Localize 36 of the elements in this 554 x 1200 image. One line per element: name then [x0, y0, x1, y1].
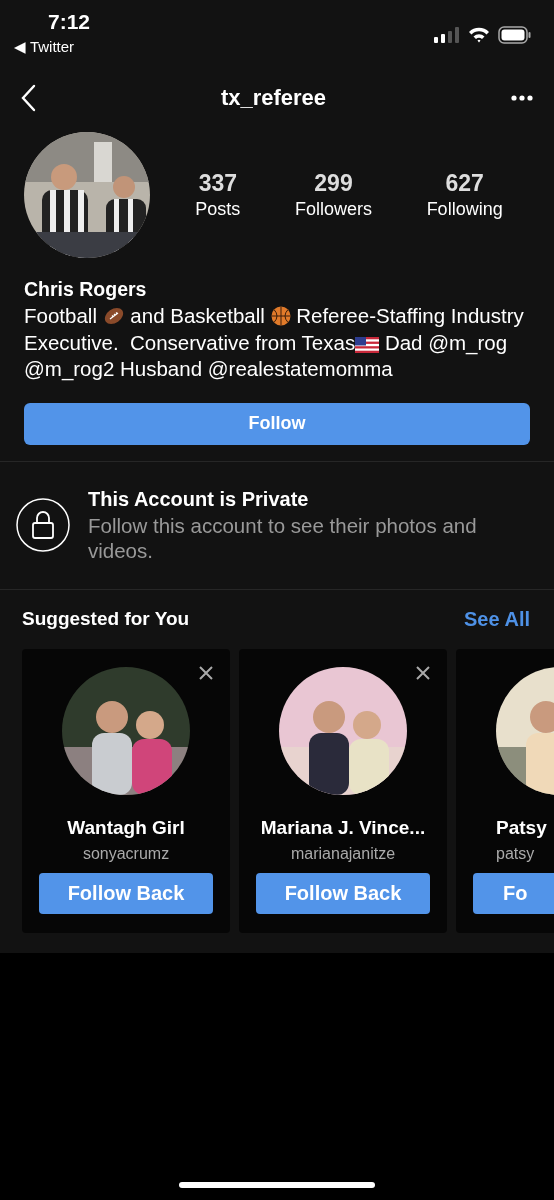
- stat-count: 337: [198, 170, 237, 197]
- suggested-name: Wantagh Girl: [67, 816, 185, 839]
- see-all-link[interactable]: See All: [464, 607, 530, 631]
- us-flag-icon: [355, 336, 380, 353]
- follow-back-button[interactable]: Fo: [473, 872, 554, 914]
- suggested-username: patsy: [496, 844, 535, 863]
- follow-back-button[interactable]: Follow Back: [256, 872, 430, 914]
- bio-text: Football and Basketball Referee-Staffing Industry Executive. Conservative from Texas Dad @m_rog @m_rog2 Husband @realestatemomma: [24, 303, 524, 383]
- more-options-icon[interactable]: [511, 95, 533, 101]
- clock-time: 7:12: [48, 10, 91, 34]
- private-account-title: This Account is Private: [88, 487, 310, 511]
- basketball-icon: [270, 306, 291, 326]
- follow-back-button[interactable]: Follow Back: [39, 872, 213, 914]
- back-icon[interactable]: [20, 84, 36, 112]
- football-icon: [102, 306, 125, 326]
- suggested-name: Patsy: [496, 816, 547, 839]
- suggested-name: Mariana J. Vince...: [260, 816, 426, 839]
- back-to-app-link[interactable]: ◀ Twitter: [14, 38, 75, 56]
- follow-button[interactable]: Follow: [24, 402, 530, 445]
- signal-icon: [434, 27, 460, 43]
- lock-icon: [16, 498, 70, 552]
- stat-label: Followers: [294, 199, 372, 220]
- wifi-icon: [468, 27, 490, 43]
- stat-label: Following: [426, 199, 503, 220]
- suggested-username: marianajanitze: [290, 844, 396, 863]
- display-name: Chris Rogers: [24, 278, 148, 301]
- section-title: Suggested for You: [22, 608, 190, 630]
- private-account-text: Follow this account to see their photos and videos.: [88, 512, 478, 563]
- close-icon[interactable]: [199, 665, 213, 680]
- stat-count: 299: [314, 170, 353, 197]
- close-icon[interactable]: [416, 665, 430, 680]
- stat-label: Posts: [195, 199, 241, 220]
- profile-username: tx_referee: [220, 85, 327, 111]
- stat-count: 627: [445, 170, 484, 197]
- battery-icon: [498, 26, 532, 44]
- suggested-username: sonyacrumz: [82, 844, 170, 863]
